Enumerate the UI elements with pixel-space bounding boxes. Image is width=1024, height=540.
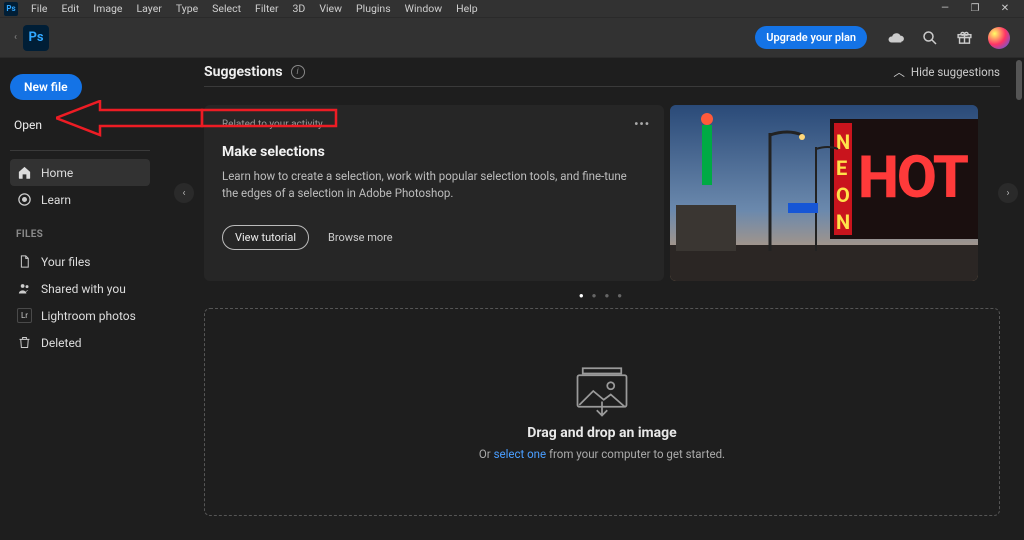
carousel-dots[interactable]: ● ● ● ● xyxy=(204,291,1000,300)
drop-subtext: Or select one from your computer to get … xyxy=(479,447,725,461)
sidebar-learn-label: Learn xyxy=(41,193,71,207)
lightroom-icon: Lr xyxy=(17,308,32,323)
svg-text:HOT: HOT xyxy=(858,144,969,212)
drop-zone[interactable]: Drag and drop an image Or select one fro… xyxy=(204,308,1000,516)
suggestion-carousel: ‹ ••• Related to your activity Make sele… xyxy=(204,105,1000,281)
minimize-button[interactable]: — xyxy=(930,0,960,18)
sidebar-shared-label: Shared with you xyxy=(41,282,126,296)
menu-edit[interactable]: Edit xyxy=(54,2,86,15)
upgrade-plan-button[interactable]: Upgrade your plan xyxy=(755,26,867,49)
menu-filter[interactable]: Filter xyxy=(248,2,285,15)
card-body: Learn how to create a selection, work wi… xyxy=(222,168,642,203)
svg-text:O: O xyxy=(836,183,850,207)
menu-plugins[interactable]: Plugins xyxy=(349,2,398,15)
svg-text:E: E xyxy=(836,156,847,180)
image-drop-icon xyxy=(567,363,637,419)
files-header: FILES xyxy=(16,229,150,240)
home-icon xyxy=(17,165,32,180)
sidebar-item-lightroom[interactable]: Lr Lightroom photos xyxy=(10,302,150,329)
sidebar-item-learn[interactable]: Learn xyxy=(10,186,150,213)
card-title: Make selections xyxy=(222,144,646,160)
more-icon[interactable]: ••• xyxy=(634,117,650,131)
menu-file[interactable]: File xyxy=(24,2,54,15)
avatar[interactable] xyxy=(988,27,1010,49)
back-chevron-icon[interactable]: ‹ xyxy=(14,32,17,43)
ps-logo-icon: Ps xyxy=(23,25,49,51)
drop-title: Drag and drop an image xyxy=(527,425,676,441)
svg-text:N: N xyxy=(836,130,850,154)
carousel-prev-button[interactable]: ‹ xyxy=(174,183,194,203)
sidebar-deleted-label: Deleted xyxy=(41,336,82,350)
browse-more-link[interactable]: Browse more xyxy=(328,231,393,244)
sidebar-item-deleted[interactable]: Deleted xyxy=(10,329,150,356)
sidebar-lightroom-label: Lightroom photos xyxy=(41,309,136,323)
gift-icon[interactable] xyxy=(954,28,974,48)
menu-3d[interactable]: 3D xyxy=(286,2,313,15)
suggestions-title: Suggestions xyxy=(204,64,283,80)
suggestion-card[interactable]: ••• Related to your activity Make select… xyxy=(204,105,664,281)
sidebar-item-shared[interactable]: Shared with you xyxy=(10,275,150,302)
chevron-up-icon: ︿ xyxy=(893,64,905,80)
select-one-link[interactable]: select one xyxy=(494,447,547,461)
ps-mini-icon: Ps xyxy=(4,2,18,16)
menu-bar: File Edit Image Layer Type Select Filter… xyxy=(24,2,485,15)
close-button[interactable]: ✕ xyxy=(990,0,1020,18)
sidebar-item-home[interactable]: Home xyxy=(10,159,150,186)
sidebar-your-files-label: Your files xyxy=(41,255,90,269)
file-icon xyxy=(17,254,32,269)
window-controls: — ❐ ✕ xyxy=(930,0,1020,18)
main-content: Suggestions i ︿ Hide suggestions ‹ ••• R… xyxy=(160,58,1024,540)
app-top-bar: ‹ Ps Upgrade your plan xyxy=(0,18,1024,58)
open-button[interactable]: Open xyxy=(10,116,150,134)
trash-icon xyxy=(17,335,32,350)
hide-suggestions-label: Hide suggestions xyxy=(911,65,1000,79)
menu-layer[interactable]: Layer xyxy=(130,2,169,15)
menu-type[interactable]: Type xyxy=(169,2,205,15)
info-icon[interactable]: i xyxy=(291,65,305,79)
menu-image[interactable]: Image xyxy=(86,2,129,15)
menu-select[interactable]: Select xyxy=(205,2,248,15)
menu-window[interactable]: Window xyxy=(398,2,449,15)
sidebar-home-label: Home xyxy=(41,166,73,180)
shared-icon xyxy=(17,281,32,296)
svg-text:N: N xyxy=(836,210,850,234)
menu-view[interactable]: View xyxy=(312,2,349,15)
new-file-button[interactable]: New file xyxy=(10,74,82,100)
suggestion-thumbnail[interactable]: N E O N HOT xyxy=(670,105,978,281)
sidebar-divider xyxy=(10,150,150,151)
search-icon[interactable] xyxy=(920,28,940,48)
view-tutorial-button[interactable]: View tutorial xyxy=(222,225,309,250)
menu-help[interactable]: Help xyxy=(449,2,485,15)
sidebar: New file Open Home Learn FILES Your file… xyxy=(0,58,160,540)
scrollbar-thumb[interactable] xyxy=(1016,60,1022,100)
title-bar: Ps File Edit Image Layer Type Select Fil… xyxy=(0,0,1024,18)
related-label: Related to your activity xyxy=(222,119,646,130)
sidebar-item-your-files[interactable]: Your files xyxy=(10,248,150,275)
restore-button[interactable]: ❐ xyxy=(960,0,990,18)
divider xyxy=(204,86,1000,87)
suggestions-header: Suggestions i ︿ Hide suggestions xyxy=(204,64,1000,80)
carousel-next-button[interactable]: › xyxy=(998,183,1018,203)
neon-photo-icon: N E O N HOT xyxy=(670,105,978,281)
cloud-icon[interactable] xyxy=(886,28,906,48)
learn-icon xyxy=(17,192,32,207)
hide-suggestions-button[interactable]: ︿ Hide suggestions xyxy=(893,64,1000,80)
